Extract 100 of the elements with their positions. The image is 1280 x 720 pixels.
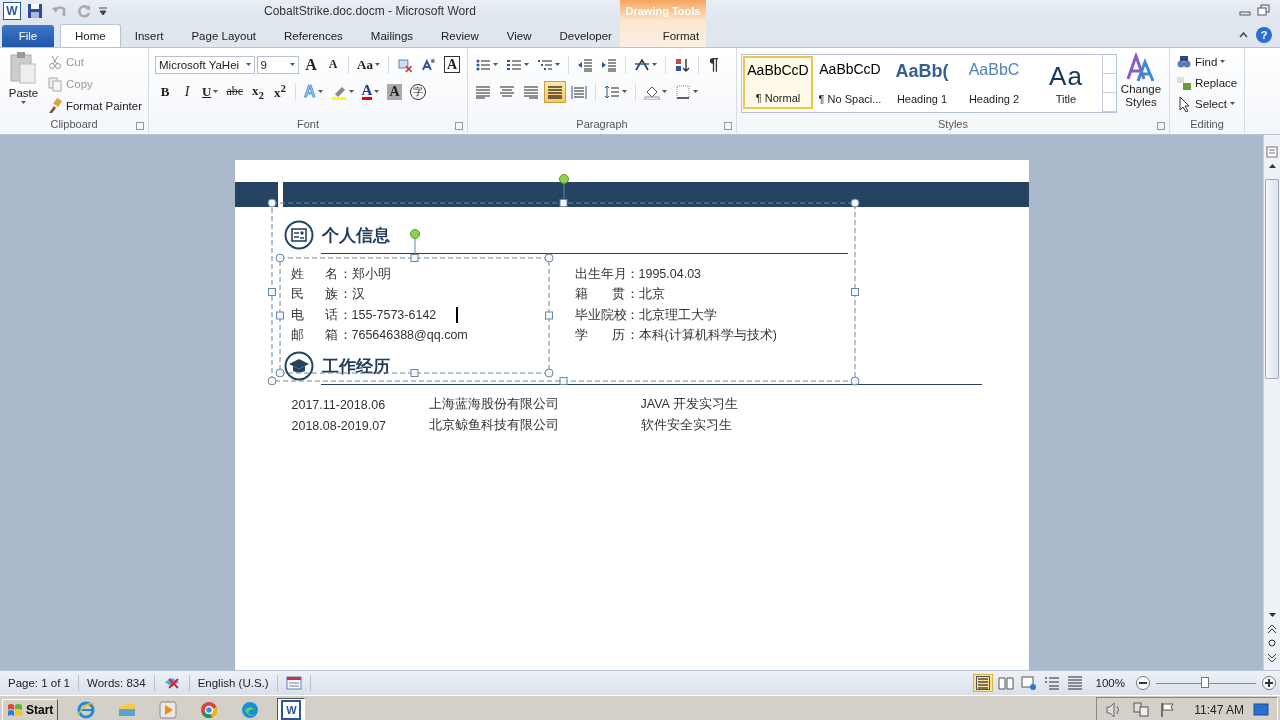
job-title: JAVA 开发实习生	[640, 396, 738, 413]
restore-icon[interactable]	[1257, 4, 1270, 16]
file-tab[interactable]: File	[2, 25, 54, 47]
ribbon-tab[interactable]: Home	[60, 24, 121, 47]
zoom-in-icon[interactable]	[1262, 676, 1276, 690]
customize-icon[interactable]	[99, 6, 107, 16]
ribbon-tab[interactable]: References	[270, 25, 357, 47]
underline-button[interactable]: U	[199, 80, 222, 103]
dialog-launcher-icon[interactable]	[724, 122, 732, 130]
company-name: 上海蓝海股份有限公司	[428, 396, 560, 413]
ribbon-tab[interactable]: Page Layout	[177, 25, 271, 47]
reading-view-button[interactable]	[995, 674, 1016, 692]
caret-icon	[524, 63, 529, 66]
print-view-icon	[974, 675, 991, 691]
field-value: ：1995.04.03	[625, 265, 702, 283]
field-label: 出生年月	[574, 265, 626, 283]
outdent-icon	[577, 56, 593, 73]
shrink-button[interactable]: A	[323, 53, 344, 76]
macro-recording-icon[interactable]	[285, 676, 302, 690]
caret-icon	[290, 63, 296, 66]
font-name-field[interactable]: Microsoft YaHei	[155, 55, 255, 74]
group-label: Editing	[1190, 118, 1224, 130]
left-icon	[475, 83, 491, 100]
format-painter-button[interactable]: Format Painter	[44, 95, 144, 116]
caret-icon	[662, 90, 667, 93]
previous-page-icon[interactable]	[1265, 622, 1279, 636]
start-button[interactable]: Start	[2, 699, 59, 720]
style-option[interactable]: AaBbC Heading 2	[959, 56, 1029, 109]
ribbon-tab[interactable]: View	[492, 25, 546, 47]
case-button[interactable]: Aa	[354, 53, 383, 76]
ribbon-tab[interactable]: Format	[637, 25, 724, 47]
scroll-thumb[interactable]	[1265, 179, 1279, 379]
language-status[interactable]: English (U.S.)	[189, 675, 278, 691]
caret-icon	[317, 90, 323, 93]
spacing-icon	[604, 83, 620, 100]
dialog-launcher-icon[interactable]	[136, 122, 144, 130]
zoom-level[interactable]: 100%	[1095, 677, 1125, 689]
network-icon[interactable]	[1132, 701, 1151, 719]
app-icon[interactable]: W	[3, 2, 21, 20]
window-title: CobaltStrike.doc.docm - Microsoft Word	[264, 4, 476, 18]
show-desktop-icon[interactable]	[1253, 703, 1269, 717]
ribbon-tab[interactable]: Insert	[120, 25, 178, 47]
indent-icon	[601, 56, 617, 73]
ribbon-tab[interactable]: Review	[427, 25, 493, 47]
redo-icon	[75, 3, 91, 19]
group-label: Styles	[938, 118, 968, 130]
sub-button[interactable]: x$_{2}$	[248, 80, 269, 103]
italic-button[interactable]: I	[177, 80, 197, 103]
replace-button[interactable]: Replace	[1174, 72, 1240, 93]
web-view-button[interactable]	[1018, 674, 1039, 692]
field-label: 毕业院校	[574, 306, 626, 324]
right-icon	[523, 83, 539, 100]
ie-icon	[77, 701, 96, 719]
center-icon	[499, 83, 515, 100]
style-option[interactable]: AaBb( Heading 1	[887, 56, 957, 109]
field-label: 学 历	[574, 327, 626, 345]
justify-button[interactable]	[544, 80, 566, 103]
zoom-out-icon[interactable]	[1136, 676, 1150, 690]
help-icon[interactable]: ?	[1256, 27, 1272, 43]
dialog-launcher-icon[interactable]	[1157, 122, 1165, 130]
collapse-ribbon-icon[interactable]	[1239, 32, 1248, 38]
color-button[interactable]: A	[358, 80, 383, 103]
selection-frame[interactable]	[266, 174, 860, 386]
select-button[interactable]: Select	[1174, 93, 1240, 114]
bold-button[interactable]: B	[155, 80, 175, 103]
ribbon-tab[interactable]: Mailings	[356, 25, 428, 47]
cursor-icon	[1176, 95, 1192, 112]
change-styles-button[interactable]: Change Styles	[1117, 51, 1165, 118]
border-button[interactable]: A	[441, 53, 463, 76]
word-taskbar-button[interactable]: W	[277, 698, 306, 720]
page-count[interactable]: Page: 1 of 1	[0, 675, 80, 691]
caret-icon	[374, 63, 380, 66]
grow-button[interactable]: A	[301, 53, 322, 76]
clipboard-icon	[8, 51, 39, 85]
section-title: 工作经历	[321, 355, 390, 378]
caret-icon	[245, 63, 251, 66]
sup-button[interactable]: x$^{2}$	[270, 80, 291, 103]
style-option[interactable]: AaBbCcD ¶ No Spaci...	[815, 56, 885, 109]
web-view-icon	[1020, 675, 1037, 691]
font-size-field[interactable]: 9	[256, 55, 300, 74]
asian-icon	[634, 56, 650, 73]
style-option[interactable]: AaBbCcD ¶ Normal	[743, 56, 813, 109]
company-name: 北京鲸鱼科技有限公司	[428, 417, 560, 434]
dialog-launcher-icon[interactable]	[455, 122, 463, 130]
ribbon-tab[interactable]: Developer	[545, 25, 626, 47]
zoom-thumb[interactable]	[1201, 676, 1209, 688]
style-option[interactable]: Aa Title	[1031, 56, 1101, 109]
caret-icon	[348, 90, 354, 93]
work-period: 2018.08-2019.07	[291, 418, 388, 433]
browse-object-icon[interactable]	[1265, 636, 1279, 650]
find-button[interactable]: Find	[1174, 51, 1240, 72]
print-view-button[interactable]	[972, 674, 993, 692]
field-label: 电 话	[290, 306, 339, 324]
marks-button[interactable]: ¶	[704, 53, 724, 76]
phonetic-icon	[420, 56, 437, 73]
word-count[interactable]: Words: 834	[79, 675, 155, 691]
undo-icon	[51, 3, 67, 19]
strike-button[interactable]: abc	[223, 80, 247, 103]
justify-icon	[547, 83, 563, 100]
paste-button[interactable]: Paste	[4, 51, 43, 118]
